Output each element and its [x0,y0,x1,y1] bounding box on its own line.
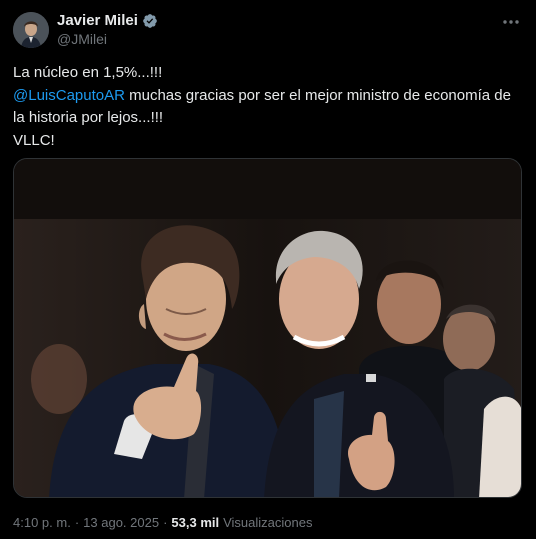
tweet-line-1: La núcleo en 1,5%...!!! [13,64,163,81]
tweet-text: La núcleo en 1,5%...!!! @LuisCaputoAR mu… [13,62,523,152]
tweet-meta: 4:10 p. m. · 13 ago. 2025 · 53,3 mil Vis… [13,515,312,530]
mention-link[interactable]: @LuisCaputoAR [13,87,125,104]
author-handle[interactable]: @JMilei [57,31,107,47]
tweet-card: Javier Milei @JMilei La núcleo en 1,5%..… [0,0,536,539]
meta-separator: · [74,515,80,530]
tweet-photo[interactable] [13,158,522,498]
tweet-date[interactable]: 13 ago. 2025 [83,515,159,530]
tweet-time[interactable]: 4:10 p. m. [13,515,71,530]
display-name[interactable]: Javier Milei [57,12,138,29]
verified-badge-icon [142,13,158,29]
tweet-line-2: @LuisCaputoAR muchas gracias por ser el … [13,85,523,130]
author-name-row: Javier Milei [57,12,158,29]
more-options-icon[interactable] [500,12,522,32]
tweet-line-3: VLLC! [13,131,55,149]
avatar-photo [13,12,49,48]
views-label: Visualizaciones [223,515,313,530]
avatar[interactable] [13,12,49,48]
photo-two-men-thumbs-up [14,159,521,497]
meta-separator: · [163,515,168,530]
views-count: 53,3 mil [171,515,220,530]
